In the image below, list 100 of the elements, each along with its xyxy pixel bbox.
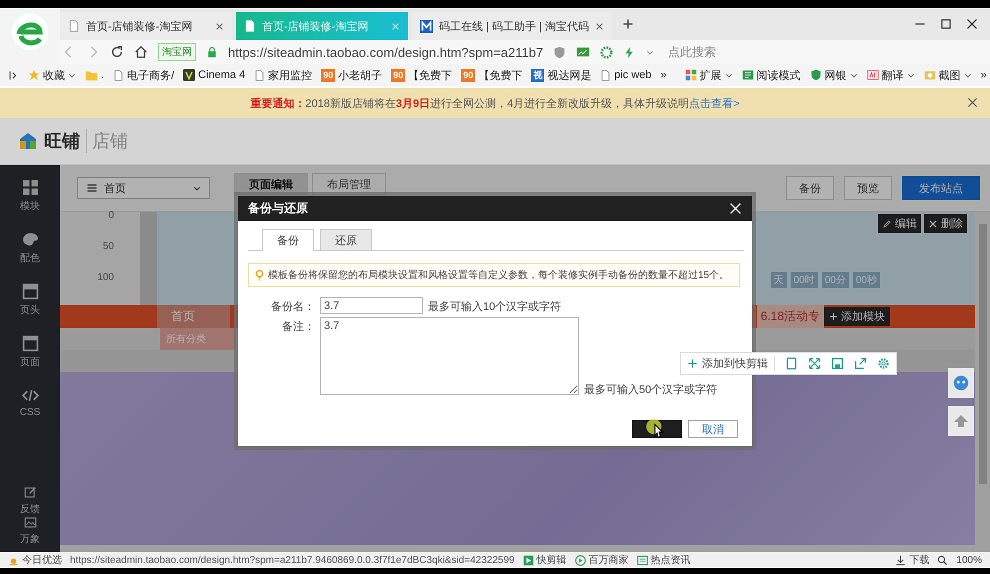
shield-icon [810,69,822,81]
browser-logo-icon[interactable] [10,12,50,52]
bookmark-item[interactable]: . [85,68,104,82]
site-badge[interactable]: 淘宝网 [158,43,196,61]
palette-icon [22,231,38,248]
editor-tab[interactable]: 页面编辑 [234,173,308,195]
sidebar-toggle-icon[interactable] [8,70,19,80]
gear-icon[interactable] [600,46,614,58]
page-select[interactable]: 首页 [77,177,210,199]
new-tab-icon[interactable] [622,18,634,30]
bookmark-item[interactable]: 90 小老胡子 [321,68,382,82]
screenshot-icon [924,69,936,81]
field-label: 备注： [281,320,315,334]
status-item[interactable]: 快剪辑 [522,553,567,567]
chat-bubble-icon[interactable] [952,374,970,392]
caret-icon [724,71,733,79]
lock-icon [206,46,218,58]
favicon-badge: 90 [461,68,476,82]
sidebar-item[interactable]: 反馈 [20,486,40,516]
toolbar-extension[interactable]: 翻译 [866,68,915,82]
countdown-box: 00分 [822,272,849,288]
sidebar-item[interactable]: 配色 [20,231,40,283]
caret-icon [193,184,201,192]
notice-label: 重要通知： [250,96,306,110]
publish-button[interactable]: 发布站点 [902,176,980,200]
sidebar-item[interactable]: 万象 [20,516,40,546]
chart-icon[interactable] [576,45,590,59]
sidebar-item[interactable]: 页面 [20,335,40,387]
favicon-badge: 视 [531,68,544,82]
ruler-number: 50 [102,243,114,254]
caret-icon [850,71,858,79]
horizontal-scrollbar[interactable] [60,545,975,552]
expand-icon[interactable] [808,357,821,370]
toolbar-extension[interactable]: 阅读模式 [742,68,801,82]
dialog-tab[interactable]: 备份 [262,229,314,251]
browser-tab[interactable]: 首页-店铺装修-淘宝网 [60,12,232,40]
dialog-tab[interactable]: 还原 [320,229,372,250]
settings-icon[interactable] [877,357,890,370]
browser-tab[interactable]: 码工在线 | 码工助手 | 淘宝代码 [412,12,612,40]
sidebar-item[interactable]: 页头 [20,283,40,335]
mobile-icon[interactable] [785,357,798,370]
m-logo-icon [420,20,433,32]
app-icon [183,69,196,81]
edit-icon [24,486,36,499]
toolbar-extension[interactable]: 扩展 [684,68,733,82]
document-icon [68,20,80,32]
bookmark-item[interactable]: 90 【免费下 [461,68,522,82]
add-to-clip-button[interactable]: 添加到快剪辑 [687,356,775,371]
bookmark-item[interactable]: 视 视达网是 [531,68,592,82]
page-icon [22,335,38,352]
close-icon[interactable] [966,18,978,30]
search-icon[interactable] [937,554,948,566]
toolbar-button[interactable]: 预览 [844,176,892,200]
bookmark-item[interactable]: Cinema 4 [183,69,246,81]
status-item[interactable]: 下载 [895,553,930,567]
toolbar-extension[interactable]: 截图 [924,68,972,82]
add-module-button[interactable]: 添加模块 [824,307,890,326]
more-extensions[interactable]: » [980,69,987,81]
status-item[interactable]: 热点资讯 [636,553,691,567]
sidebar-item[interactable]: CSS [20,387,40,439]
bookmark-item[interactable]: 收藏 [28,68,76,82]
more-bookmarks[interactable]: » [660,69,667,81]
close-icon[interactable] [594,22,604,30]
reload-icon[interactable] [110,45,124,59]
cancel-button[interactable]: 取消 [688,420,738,438]
vertical-scrollbar[interactable] [975,212,990,552]
app-logo-text: 旺铺 [44,130,80,153]
page-icon [600,70,612,80]
toolbar-button[interactable]: 备份 [786,176,834,200]
zoom-level[interactable]: 100% [956,554,982,566]
status-item[interactable]: 今日优选 [8,553,62,567]
module-action[interactable]: 删除 [924,214,967,233]
up-arrow-icon[interactable] [953,413,969,429]
field-hint: 最多可输入10个汉字或字符 [428,300,562,314]
bookmark-item[interactable]: 电子商务/ [113,68,174,82]
dialog-title: 备份与还原 [248,200,308,217]
maximize-icon[interactable] [940,18,952,30]
backup-name-field[interactable]: 3.7 [320,297,423,314]
close-icon[interactable] [215,22,224,30]
countdown-box: 00秒 [852,272,880,288]
home-icon[interactable] [134,45,148,59]
sidebar-item[interactable]: 模块 [20,179,40,231]
share-icon[interactable] [854,357,867,370]
bookmark-item[interactable]: 90 【免费下 [391,68,452,82]
caret-icon [906,71,915,79]
save-icon[interactable] [831,357,844,370]
notice-link[interactable]: 点击查看> [689,96,740,110]
note-field[interactable]: 3.7 [320,317,579,395]
bookmark-item[interactable]: pic web [600,69,652,81]
folder-icon [85,68,98,82]
status-item[interactable]: 百万商家 [574,553,629,567]
countdown-box: 00时 [790,272,818,288]
caret-icon [646,48,654,56]
bookmark-item[interactable]: 家用监控 [254,68,312,82]
favicon-badge: 90 [391,68,406,82]
toolbar-extension[interactable]: 网银 [810,68,858,82]
editor-tab[interactable]: 布局管理 [312,173,386,195]
module-action[interactable]: 编辑 [878,214,921,233]
shield-icon[interactable] [553,46,566,58]
search-field[interactable]: 点此搜索 [664,43,782,61]
